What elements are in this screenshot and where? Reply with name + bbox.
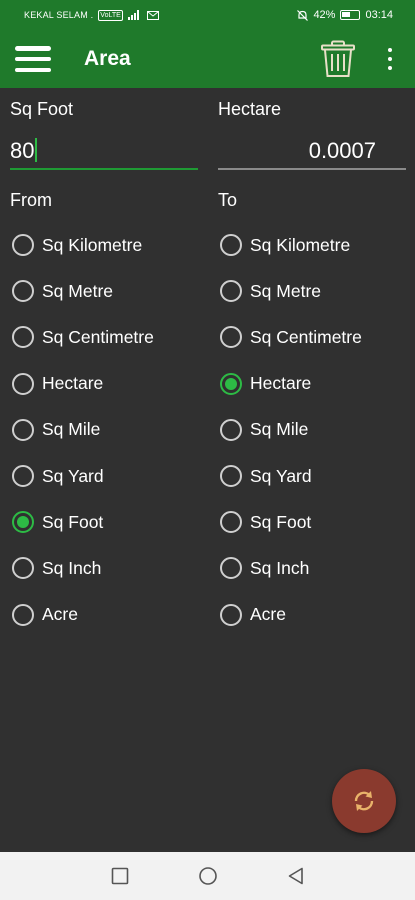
radio-label: Sq Kilometre xyxy=(42,234,143,255)
from-option-sq-yard[interactable]: Sq Yard xyxy=(10,461,195,491)
swap-button[interactable] xyxy=(332,769,396,833)
to-option-hectare[interactable]: Hectare xyxy=(218,369,403,399)
input-unit-label: Sq Foot xyxy=(10,99,74,119)
carrier-name: KEKAL SELAM . xyxy=(24,10,94,20)
status-bar: KEKAL SELAM . VoLTE 42% 03:14 xyxy=(0,0,415,30)
radio-button[interactable] xyxy=(12,234,34,256)
radio-button[interactable] xyxy=(12,511,34,534)
radio-label: Sq Foot xyxy=(250,511,312,532)
radio-label: Sq Yard xyxy=(42,465,104,486)
mail-icon xyxy=(146,10,159,20)
to-option-sq-kilometre[interactable]: Sq Kilometre xyxy=(218,230,403,260)
status-bar-left: KEKAL SELAM . VoLTE xyxy=(24,9,159,21)
from-option-sq-kilometre[interactable]: Sq Kilometre xyxy=(10,230,195,260)
to-option-sq-metre[interactable]: Sq Metre xyxy=(218,276,403,306)
to-option-sq-centimetre[interactable]: Sq Centimetre xyxy=(218,322,403,352)
mute-alarm-icon xyxy=(297,9,309,21)
radio-button[interactable] xyxy=(12,372,34,395)
radio-button[interactable] xyxy=(12,280,34,303)
radio-button[interactable] xyxy=(220,557,242,580)
from-option-acre[interactable]: Acre xyxy=(10,600,195,630)
menu-icon[interactable] xyxy=(13,43,53,75)
status-bar-right: 42% 03:14 xyxy=(297,9,393,21)
radio-button[interactable] xyxy=(220,372,242,395)
app-bar: Area xyxy=(0,30,415,88)
radio-label: Sq Mile xyxy=(250,419,309,440)
radio-label: Sq Mile xyxy=(42,419,101,440)
radio-button[interactable] xyxy=(12,326,34,349)
radio-label: Sq Yard xyxy=(250,465,312,486)
battery-percent: 42% xyxy=(313,9,336,21)
to-option-acre[interactable]: Acre xyxy=(218,600,403,630)
radio-button[interactable] xyxy=(220,326,242,349)
swap-refresh-icon xyxy=(354,791,374,811)
from-option-sq-foot[interactable]: Sq Foot xyxy=(10,507,195,537)
radio-label: Sq Inch xyxy=(250,557,310,578)
radio-label: Sq Foot xyxy=(42,511,104,532)
radio-button[interactable] xyxy=(12,603,34,626)
radio-label: Sq Inch xyxy=(42,557,102,578)
home-circle-icon[interactable] xyxy=(198,866,218,886)
value-input[interactable]: 80 xyxy=(10,138,198,170)
from-option-sq-metre[interactable]: Sq Metre xyxy=(10,276,195,306)
radio-label: Hectare xyxy=(42,373,104,394)
value-input-text: 80 xyxy=(10,138,35,163)
from-option-sq-mile[interactable]: Sq Mile xyxy=(10,415,195,445)
radio-label: Hectare xyxy=(250,373,312,394)
radio-label: Sq Centimetre xyxy=(42,326,154,347)
radio-button[interactable] xyxy=(220,280,242,303)
radio-button[interactable] xyxy=(12,465,34,487)
recents-square-icon[interactable] xyxy=(110,866,130,886)
radio-button[interactable] xyxy=(12,557,34,580)
radio-button[interactable] xyxy=(220,234,242,256)
from-option-hectare[interactable]: Hectare xyxy=(10,369,195,399)
radio-button[interactable] xyxy=(12,418,34,441)
radio-label: Sq Kilometre xyxy=(250,234,351,255)
text-caret xyxy=(35,138,38,162)
from-option-sq-inch[interactable]: Sq Inch xyxy=(10,553,195,583)
radio-button[interactable] xyxy=(220,418,242,441)
to-option-sq-inch[interactable]: Sq Inch xyxy=(218,553,403,583)
radio-label: Acre xyxy=(250,604,286,625)
from-label: From xyxy=(10,190,52,210)
radio-button[interactable] xyxy=(220,603,242,626)
clock: 03:14 xyxy=(365,9,393,21)
output-unit-label: Hectare xyxy=(218,99,282,119)
result-output: 0.0007 xyxy=(218,138,406,170)
more-vert-icon[interactable] xyxy=(380,44,400,74)
to-option-sq-foot[interactable]: Sq Foot xyxy=(218,507,403,537)
page-title: Area xyxy=(84,47,131,70)
system-nav-bar xyxy=(0,852,415,900)
signal-icon xyxy=(127,10,139,20)
radio-label: Sq Metre xyxy=(42,280,113,301)
to-option-sq-yard[interactable]: Sq Yard xyxy=(218,461,403,491)
to-option-sq-mile[interactable]: Sq Mile xyxy=(218,415,403,445)
trash-icon[interactable] xyxy=(320,40,356,78)
radio-button[interactable] xyxy=(220,511,242,534)
radio-label: Sq Centimetre xyxy=(250,326,362,347)
to-label: To xyxy=(218,190,238,210)
radio-label: Acre xyxy=(42,604,78,625)
from-option-sq-centimetre[interactable]: Sq Centimetre xyxy=(10,322,195,352)
back-triangle-icon[interactable] xyxy=(286,866,306,886)
result-output-text: 0.0007 xyxy=(308,138,376,163)
network-badge: VoLTE xyxy=(98,9,123,21)
radio-button[interactable] xyxy=(220,465,242,487)
battery-icon xyxy=(340,10,361,20)
radio-label: Sq Metre xyxy=(250,280,321,301)
